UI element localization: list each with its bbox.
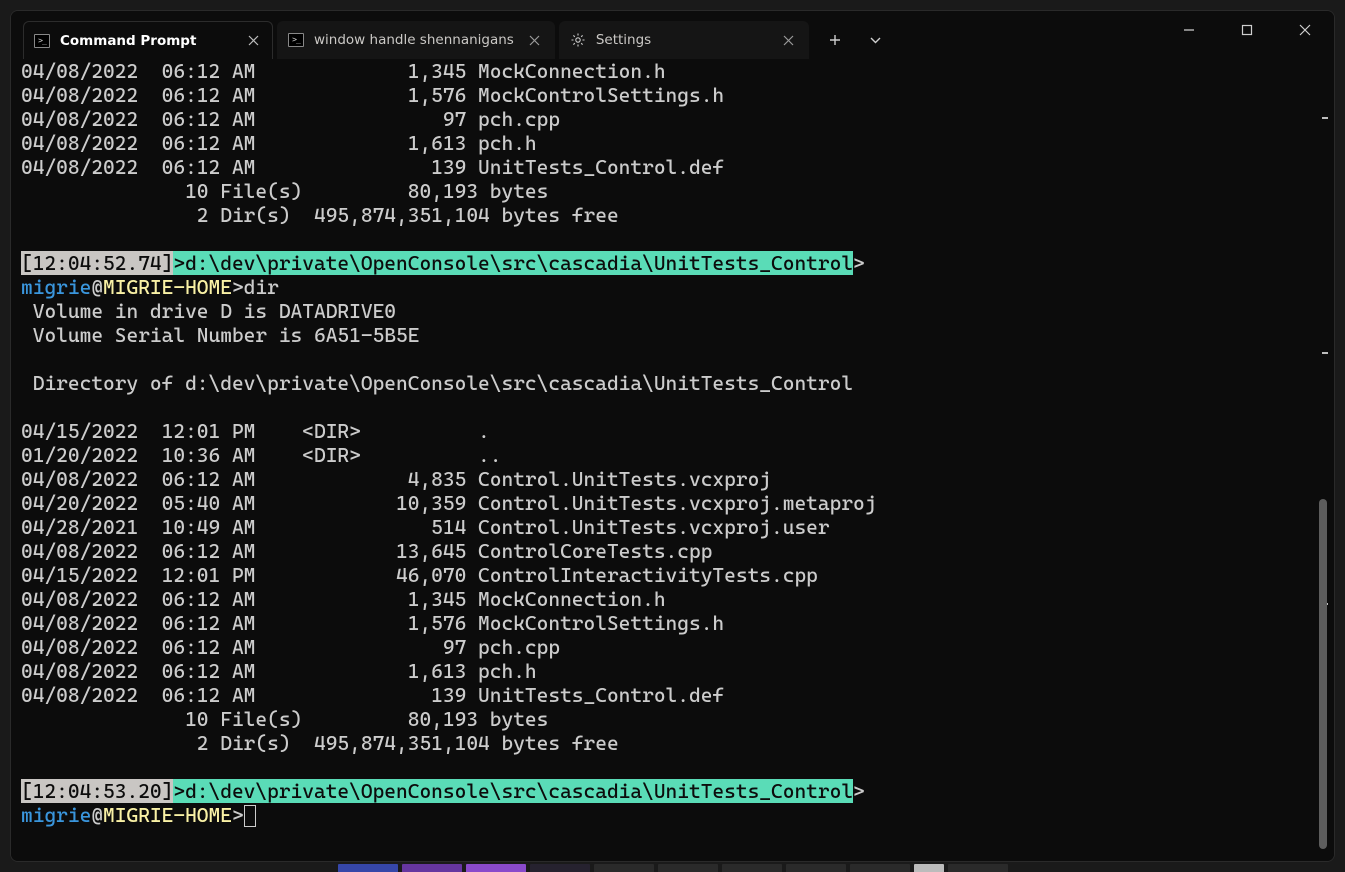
cmd-icon: >_ xyxy=(34,33,50,49)
close-button[interactable] xyxy=(1276,11,1334,49)
tab-title: Settings xyxy=(596,32,768,48)
taskbar xyxy=(0,864,1345,872)
gear-icon xyxy=(570,32,586,48)
tab-settings[interactable]: Settings xyxy=(559,21,809,59)
new-tab-button[interactable] xyxy=(813,21,857,59)
close-icon[interactable] xyxy=(524,29,546,51)
close-icon[interactable] xyxy=(242,30,264,52)
close-icon[interactable] xyxy=(778,29,800,51)
scroll-marks xyxy=(1318,59,1328,861)
tab-title: window handle shennanigans xyxy=(314,32,514,48)
terminal-content[interactable]: 04/08/2022 06:12 AM 1,345 MockConnection… xyxy=(21,59,1334,827)
title-bar: >_ Command Prompt >_ window handle shenn… xyxy=(11,11,1334,59)
tab-row: >_ Command Prompt >_ window handle shenn… xyxy=(11,11,895,59)
terminal-window: >_ Command Prompt >_ window handle shenn… xyxy=(10,10,1335,862)
tab-cmd-prompt[interactable]: >_ Command Prompt xyxy=(23,21,273,59)
scrollbar-thumb[interactable] xyxy=(1319,499,1327,849)
tab-dropdown-button[interactable] xyxy=(857,21,895,59)
maximize-button[interactable] xyxy=(1218,11,1276,49)
window-controls xyxy=(1160,11,1334,49)
terminal-body[interactable]: 04/08/2022 06:12 AM 1,345 MockConnection… xyxy=(11,59,1334,861)
minimize-button[interactable] xyxy=(1160,11,1218,49)
cmd-icon: >_ xyxy=(288,32,304,48)
tab-window-handle[interactable]: >_ window handle shennanigans xyxy=(277,21,555,59)
tab-title: Command Prompt xyxy=(60,33,232,49)
